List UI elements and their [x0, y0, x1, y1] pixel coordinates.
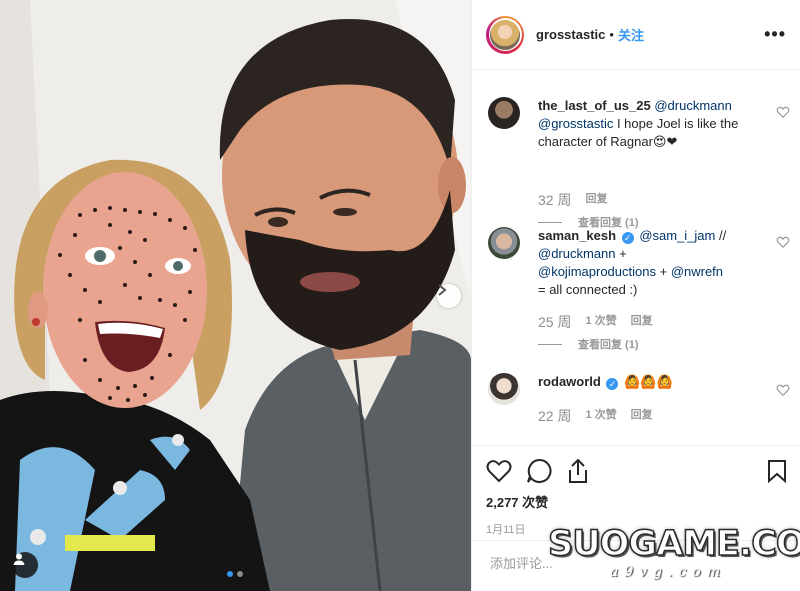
post-actions: 2,277 次赞 1月11日 — [472, 445, 800, 537]
comment-emoji: 😍❤ — [652, 135, 678, 150]
comment-body: = all connected :) — [538, 282, 638, 297]
commenter-username[interactable]: the_last_of_us_25 — [538, 98, 651, 113]
post-photo[interactable] — [0, 0, 471, 591]
owner-username[interactable]: grosstastic — [536, 27, 605, 42]
more-options-button[interactable]: ••• — [764, 24, 786, 45]
carousel-dot-active — [227, 571, 233, 577]
comment-likes-count[interactable]: 1 次赞 — [585, 312, 616, 332]
view-replies-label: 查看回复 (1) — [578, 339, 639, 351]
add-comment-input[interactable] — [488, 555, 782, 572]
verified-badge-icon: ✓ — [606, 378, 619, 390]
carousel-dot — [237, 571, 243, 577]
comments-list[interactable]: the_last_of_us_25 @druckmann @grosstasti… — [472, 71, 800, 444]
photo-illustration — [0, 0, 471, 591]
post-header: grosstastic • 关注 ••• — [472, 0, 800, 70]
like-comment-heart-icon[interactable] — [776, 235, 790, 249]
add-comment-bar — [472, 540, 800, 591]
comment-text: rodaworld ✓ 🙆🙆🙆 — [538, 373, 758, 392]
mention-link[interactable]: @druckmann — [654, 98, 732, 113]
comment-body: // — [715, 228, 727, 243]
owner-avatar[interactable] — [486, 15, 524, 54]
comment-meta: 25 周 1 次赞 回复 — [538, 312, 653, 332]
view-replies-button[interactable]: 查看回复 (1) — [538, 336, 639, 352]
instagram-post: grosstastic • 关注 ••• the_last_of_us_25 @… — [0, 0, 800, 591]
commenter-avatar[interactable] — [488, 97, 520, 129]
verified-badge-icon: ✓ — [621, 232, 634, 244]
comment-meta: 22 周 1 次赞 回复 — [538, 406, 653, 426]
like-comment-heart-icon[interactable] — [776, 105, 790, 119]
next-photo-button[interactable] — [437, 284, 461, 308]
comment-time[interactable]: 25 周 — [538, 312, 571, 332]
comment-likes-count[interactable]: 1 次赞 — [585, 406, 616, 426]
reply-button[interactable]: 回复 — [631, 312, 653, 332]
commenter-avatar[interactable] — [488, 227, 520, 259]
mention-link[interactable]: @nwrefn — [671, 264, 723, 279]
tagged-users-button[interactable] — [12, 552, 38, 578]
person-icon — [13, 553, 25, 565]
comment-text: the_last_of_us_25 @druckmann @grosstasti… — [538, 97, 758, 152]
commenter-username[interactable]: rodaworld — [538, 374, 601, 389]
share-icon[interactable] — [566, 458, 590, 484]
comment-emoji: 🙆🙆🙆 — [624, 375, 673, 390]
comment-time[interactable]: 22 周 — [538, 406, 571, 426]
comment-text: saman_kesh ✓ @sam_i_jam // @druckmann + … — [538, 227, 758, 299]
comment-body: + — [655, 264, 671, 279]
header-separator: • — [609, 27, 614, 42]
carousel-indicator — [227, 571, 243, 577]
comment-meta: 32 周 回复 — [538, 190, 607, 210]
mention-link[interactable]: @druckmann — [538, 246, 616, 261]
post-date[interactable]: 1月11日 — [486, 521, 787, 537]
commenter-username[interactable]: saman_kesh — [538, 228, 616, 243]
follow-button[interactable]: 关注 — [618, 25, 644, 44]
mention-link[interactable]: @grosstastic — [538, 116, 613, 131]
like-comment-heart-icon[interactable] — [776, 383, 790, 397]
comment-time[interactable]: 32 周 — [538, 190, 571, 210]
like-heart-icon[interactable] — [486, 459, 512, 483]
bookmark-icon[interactable] — [767, 459, 787, 483]
post-side-panel: grosstastic • 关注 ••• the_last_of_us_25 @… — [471, 0, 800, 591]
comment-body: + — [615, 246, 627, 261]
action-buttons-row — [486, 456, 787, 486]
mention-link[interactable]: @kojimaproductions — [538, 264, 656, 279]
chevron-right-icon — [438, 284, 447, 296]
comment-bubble-icon[interactable] — [526, 458, 552, 484]
reply-button[interactable]: 回复 — [585, 190, 607, 210]
commenter-avatar[interactable] — [488, 373, 520, 405]
reply-button[interactable]: 回复 — [631, 406, 653, 426]
post-likes-count[interactable]: 2,277 次赞 — [486, 492, 787, 511]
mention-link[interactable]: @sam_i_jam — [639, 228, 715, 243]
